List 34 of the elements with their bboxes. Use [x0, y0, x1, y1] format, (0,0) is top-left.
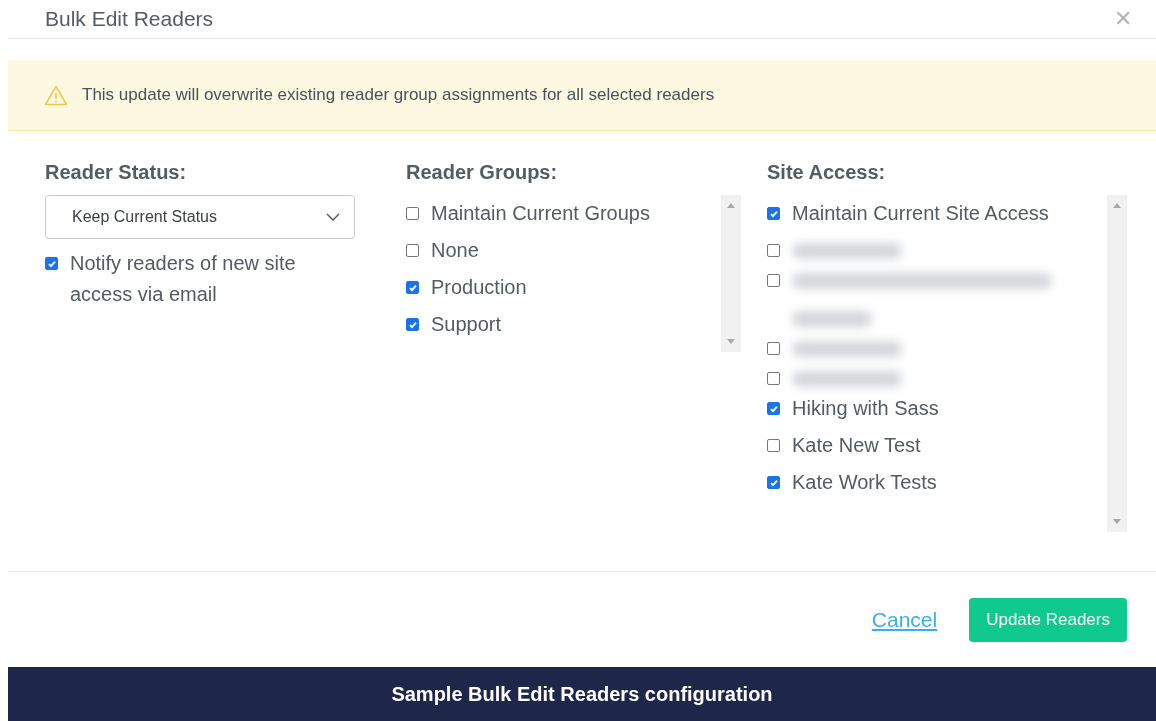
checkbox[interactable]	[767, 439, 780, 452]
chevron-down-icon	[326, 213, 340, 221]
option-label: Maintain Current Site Access	[792, 201, 1049, 226]
checkbox[interactable]	[767, 476, 780, 489]
option-label: Maintain Current Groups	[431, 201, 650, 226]
warning-icon	[44, 84, 68, 106]
update-readers-button[interactable]: Update Readers	[969, 597, 1127, 642]
checkbox[interactable]	[767, 274, 780, 287]
option-label: Kate Work Tests	[792, 470, 937, 495]
checkbox[interactable]	[767, 342, 780, 355]
checkbox[interactable]	[406, 244, 419, 257]
cancel-link[interactable]: Cancel	[871, 607, 938, 632]
option-label: None	[431, 238, 479, 263]
checkbox[interactable]	[406, 207, 419, 220]
checkbox[interactable]	[406, 281, 419, 294]
warning-message: This update will overwrite existing reader group assignments for all selected readers	[82, 85, 715, 105]
option-label: Hiking with Sass	[792, 396, 939, 421]
checkbox[interactable]	[767, 372, 780, 385]
checkbox[interactable]	[767, 402, 780, 415]
checkbox[interactable]	[45, 257, 58, 270]
checkbox-label: Notify readers of new site access via email	[70, 251, 297, 307]
close-button[interactable]: ✕	[1114, 6, 1132, 32]
section-heading: Reader Status:	[45, 161, 188, 184]
status-dropdown[interactable]: Keep Current Status	[45, 195, 355, 239]
checkbox[interactable]	[767, 207, 780, 220]
dialog-title: Bulk Edit Readers	[45, 7, 214, 31]
section-heading: Site Access:	[767, 161, 887, 184]
checkbox[interactable]	[767, 244, 780, 257]
option-label: Support	[431, 312, 502, 337]
option-label: Production	[431, 275, 527, 300]
option-label: Kate New Test	[792, 433, 921, 458]
section-heading: Reader Groups:	[406, 161, 559, 184]
checkbox[interactable]	[406, 318, 419, 331]
caption-bar: Sample Bulk Edit Readers configuration	[8, 667, 1156, 721]
